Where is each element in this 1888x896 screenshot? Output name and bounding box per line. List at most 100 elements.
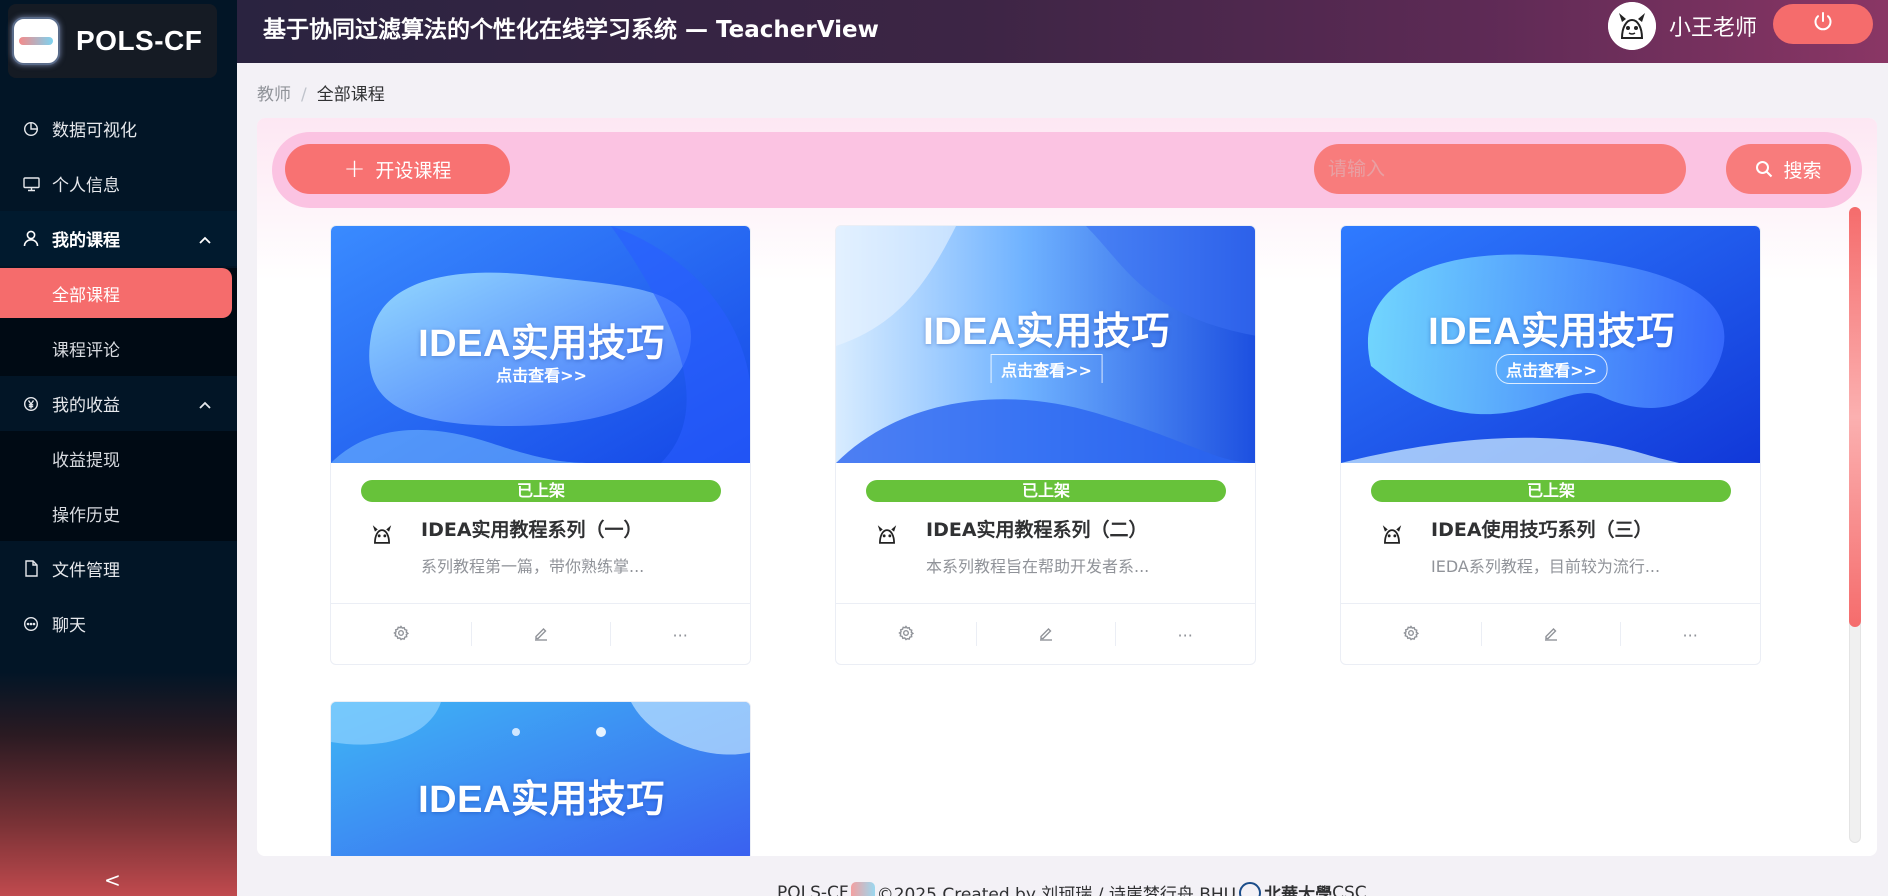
sidebar-item-chat[interactable]: 聊天 bbox=[0, 596, 237, 651]
footer-dept: CSC bbox=[1332, 882, 1367, 896]
course-title[interactable]: IDEA实用教程系列（一） bbox=[421, 515, 643, 542]
top-header: 基于协同过滤算法的个性化在线学习系统 — TeacherView 小王老师 bbox=[237, 0, 1888, 63]
avatar bbox=[365, 516, 399, 550]
course-title[interactable]: IDEA实用教程系列（二） bbox=[926, 515, 1148, 542]
avatar[interactable] bbox=[1608, 2, 1656, 50]
more-icon: ··· bbox=[672, 625, 688, 645]
breadcrumb-current: 全部课程 bbox=[316, 85, 385, 105]
submenu-my-courses: 全部课程 课程评论 bbox=[0, 268, 237, 376]
course-cover[interactable]: IDEA实用技巧 点击查看>> bbox=[331, 226, 750, 463]
logout-button[interactable] bbox=[1773, 4, 1873, 44]
sidebar-item-label: 数据可视化 bbox=[52, 121, 137, 141]
settings-button[interactable] bbox=[836, 604, 976, 664]
edit-button[interactable] bbox=[470, 604, 611, 664]
avatar bbox=[1375, 516, 1409, 550]
footer-university: 北華大學 bbox=[1264, 885, 1333, 896]
avatar bbox=[870, 516, 904, 550]
more-button[interactable]: ··· bbox=[1620, 604, 1760, 664]
course-cover[interactable]: IDEA实用技巧 bbox=[331, 702, 750, 856]
add-course-button[interactable]: + 开设课程 bbox=[285, 144, 510, 194]
logo-title: POLS-CF bbox=[76, 25, 203, 56]
cover-title: IDEA实用技巧 bbox=[418, 779, 665, 821]
chevron-up-icon bbox=[199, 394, 211, 414]
course-title[interactable]: IDEA使用技巧系列（三） bbox=[1431, 515, 1653, 542]
yen-icon bbox=[22, 395, 40, 413]
edit-icon bbox=[533, 625, 549, 645]
username[interactable]: 小王老师 bbox=[1669, 10, 1757, 42]
more-button[interactable]: ··· bbox=[610, 604, 750, 664]
cover-subtitle: 点击查看>> bbox=[990, 354, 1103, 383]
sidebar-item-my-earnings[interactable]: 我的收益 bbox=[0, 376, 237, 431]
search-input[interactable] bbox=[1314, 144, 1686, 194]
footer-credit: ©2025 Created by 刘珂瑞 / 诗崖梦行舟 BHU bbox=[876, 885, 1237, 896]
pie-chart-icon bbox=[22, 120, 40, 138]
search-label: 搜索 bbox=[1783, 159, 1822, 182]
course-cover[interactable]: IDEA实用技巧 点击查看>> bbox=[836, 226, 1255, 463]
breadcrumb: 教师 / 全部课程 bbox=[257, 80, 385, 105]
card-actions: ··· bbox=[1341, 603, 1760, 664]
footer-brand: POLS-CF bbox=[777, 882, 849, 896]
edit-button[interactable] bbox=[1480, 604, 1621, 664]
gear-icon bbox=[898, 625, 914, 645]
monitor-icon bbox=[22, 175, 40, 193]
sidebar-item-label: 我的课程 bbox=[52, 231, 120, 251]
add-course-label: 开设课程 bbox=[375, 159, 452, 182]
status-badge: 已上架 bbox=[1371, 480, 1731, 502]
course-description: 系列教程第一篇，带你熟练掌... bbox=[421, 557, 645, 576]
page-title: 基于协同过滤算法的个性化在线学习系统 — TeacherView bbox=[263, 17, 879, 43]
sidebar-item-label: 文件管理 bbox=[52, 561, 120, 581]
sidebar-menu: 数据可视化 个人信息 我的课程 全部课程 课程评论 我的收益 收益提现 操作历史… bbox=[0, 101, 237, 651]
sidebar-item-label: 聊天 bbox=[52, 616, 86, 636]
sidebar-item-withdraw[interactable]: 收益提现 bbox=[0, 431, 237, 486]
edit-icon bbox=[1038, 625, 1054, 645]
cover-subtitle: 点击查看>> bbox=[496, 366, 587, 385]
submenu-my-earnings: 收益提现 操作历史 bbox=[0, 431, 237, 541]
search-button[interactable]: 搜索 bbox=[1726, 144, 1851, 194]
sidebar-item-label: 个人信息 bbox=[52, 176, 120, 196]
university-seal-icon bbox=[1239, 881, 1262, 896]
chevron-up-icon bbox=[199, 229, 211, 249]
card-actions: ··· bbox=[331, 603, 750, 664]
sidebar-item-my-courses[interactable]: 我的课程 bbox=[0, 211, 237, 266]
power-icon bbox=[1812, 11, 1834, 37]
cover-title: IDEA实用技巧 bbox=[418, 323, 665, 365]
logo: POLS-CF bbox=[8, 4, 217, 78]
document-icon bbox=[22, 560, 40, 578]
breadcrumb-separator: / bbox=[301, 85, 307, 105]
sidebar-item-all-courses[interactable]: 全部课程 bbox=[0, 268, 232, 318]
cover-subtitle: 点击查看>> bbox=[1495, 354, 1608, 384]
settings-button[interactable] bbox=[1341, 604, 1481, 664]
scrollbar-thumb[interactable] bbox=[1849, 207, 1861, 627]
user-icon bbox=[22, 230, 40, 248]
course-cover[interactable]: IDEA实用技巧 点击查看>> bbox=[1341, 226, 1760, 463]
sidebar-item-file-management[interactable]: 文件管理 bbox=[0, 541, 237, 596]
more-button[interactable]: ··· bbox=[1115, 604, 1255, 664]
course-description: 本系列教程旨在帮助开发者系... bbox=[926, 557, 1150, 576]
course-description: IEDA系列教程，目前较为流行... bbox=[1431, 557, 1661, 576]
settings-button[interactable] bbox=[331, 604, 471, 664]
edit-button[interactable] bbox=[975, 604, 1116, 664]
breadcrumb-root[interactable]: 教师 bbox=[257, 85, 291, 105]
main-panel: + 开设课程 搜索 IDEA实用技巧 点击查看>> bbox=[257, 118, 1877, 856]
logo-icon bbox=[12, 17, 60, 65]
collapse-sidebar-button[interactable]: < bbox=[104, 868, 121, 892]
more-icon: ··· bbox=[1682, 625, 1698, 645]
gear-icon bbox=[393, 625, 409, 645]
sidebar-item-data-visualization[interactable]: 数据可视化 bbox=[0, 101, 237, 156]
sidebar-item-profile[interactable]: 个人信息 bbox=[0, 156, 237, 211]
chat-icon bbox=[22, 615, 40, 633]
course-card[interactable]: IDEA实用技巧 点击查看>> 已上架 IDEA使用技巧系列（三） IEDA系列… bbox=[1340, 225, 1761, 665]
sidebar: POLS-CF 数据可视化 个人信息 我的课程 全部课程 课程评论 我的收益 收… bbox=[0, 0, 237, 896]
course-card[interactable]: IDEA实用技巧 点击查看>> 已上架 IDEA实用教程系列（一） 系列教程第一… bbox=[330, 225, 751, 665]
course-card[interactable]: IDEA实用技巧 点击查看>> 已上架 IDEA实用教程系列（二） 本系列教程旨… bbox=[835, 225, 1256, 665]
course-card[interactable]: IDEA实用技巧 bbox=[330, 701, 751, 856]
footer: POLS-CF ©2025 Created by 刘珂瑞 / 诗崖梦行舟 BHU… bbox=[777, 880, 1367, 896]
cover-title: IDEA实用技巧 bbox=[1428, 311, 1675, 353]
sidebar-item-course-comments[interactable]: 课程评论 bbox=[0, 321, 237, 376]
logo-icon bbox=[850, 881, 875, 896]
search-icon bbox=[1755, 160, 1773, 178]
edit-icon bbox=[1543, 625, 1559, 645]
status-badge: 已上架 bbox=[361, 480, 721, 502]
toolbar: + 开设课程 搜索 bbox=[272, 132, 1862, 208]
sidebar-item-history[interactable]: 操作历史 bbox=[0, 486, 237, 541]
